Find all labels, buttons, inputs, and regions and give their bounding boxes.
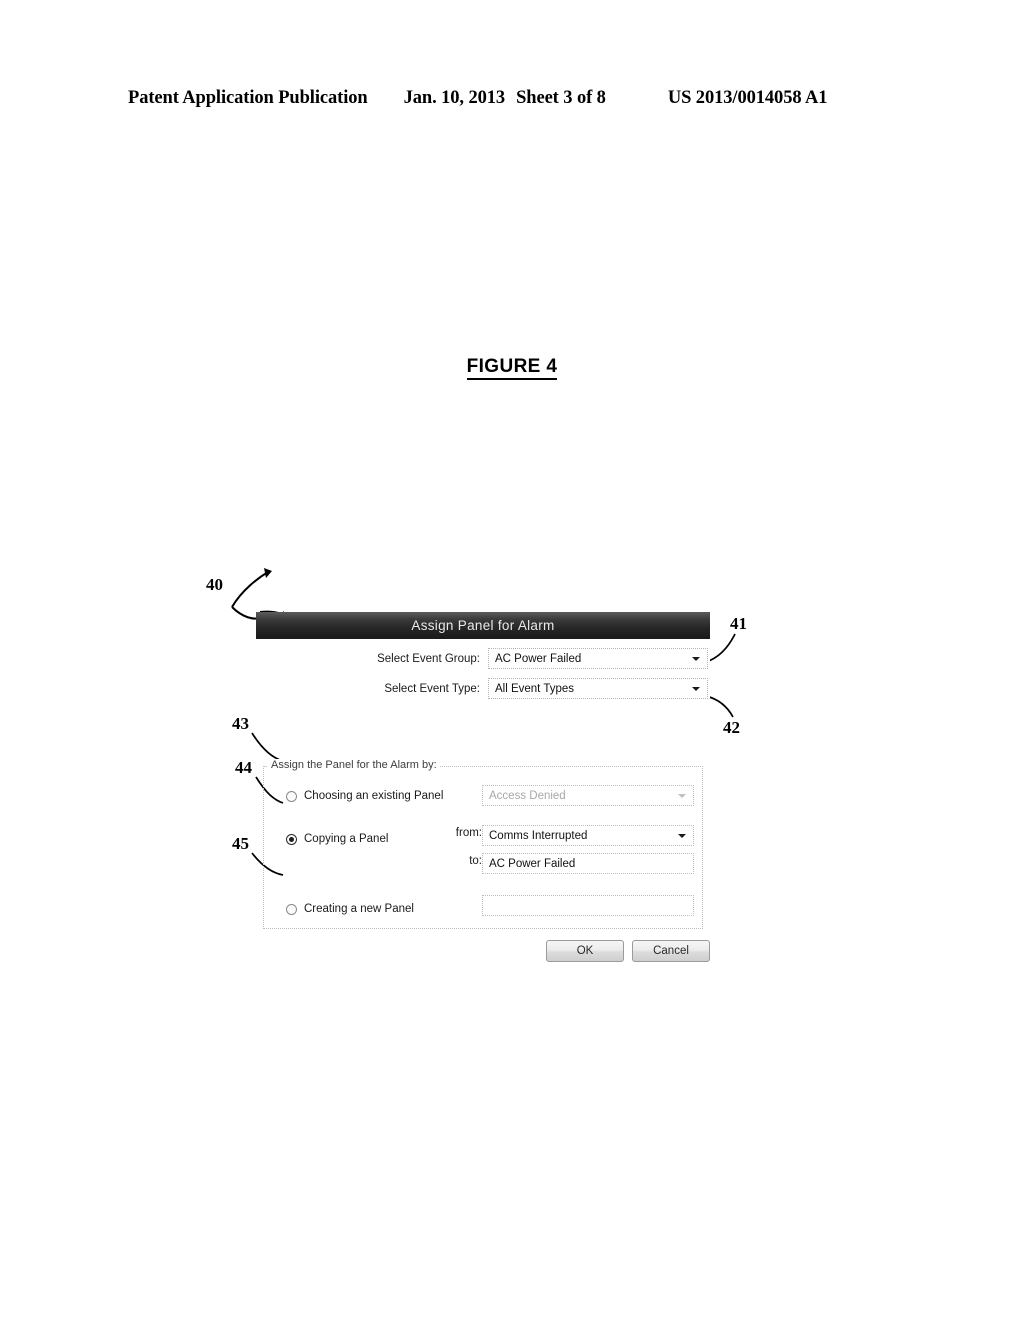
label-create-new-panel: Creating a new Panel [304,903,414,915]
dialog-button-row: OK Cancel [256,940,710,964]
copy-to-label: to: [469,855,482,867]
label-copy-panel: Copying a Panel [304,833,389,845]
assign-method-groupbox: Assign the Panel for the Alarm by: Choos… [263,759,703,929]
event-group-dropdown[interactable]: AC Power Failed [488,648,708,669]
ref-numeral-dialog: 40 [206,575,223,594]
dialog-titlebar: Assign Panel for Alarm [256,612,710,639]
ref-numeral-copy-panel-radio: 44 [235,758,252,777]
patent-page-header: Patent Application Publication Jan. 10, … [128,88,896,109]
event-type-value: All Event Types [495,682,575,695]
event-type-label: Select Event Type: [384,682,480,695]
existing-panel-value: Access Denied [489,789,566,802]
event-type-dropdown[interactable]: All Event Types [488,678,708,699]
dialog-title: Assign Panel for Alarm [411,618,555,633]
ref-numeral-event-group-dropdown: 41 [730,614,747,633]
chevron-down-icon[interactable] [692,656,700,661]
copy-from-dropdown[interactable]: Comms Interrupted [482,825,694,846]
radio-choose-existing-panel[interactable] [286,790,297,802]
copy-from-value: Comms Interrupted [489,829,588,842]
copy-to-input[interactable]: AC Power Failed [482,853,694,874]
label-choose-existing-panel: Choosing an existing Panel [304,790,444,802]
publication-date: Jan. 10, 2013 [403,88,506,108]
event-group-value: AC Power Failed [495,652,582,665]
ok-button[interactable]: OK [546,940,624,962]
event-type-row: Select Event Type: All Event Types [256,678,710,699]
radio-create-new-panel[interactable] [286,903,297,915]
assign-panel-dialog: Assign Panel for Alarm Select Event Grou… [256,612,710,962]
sheet-number: Sheet 3 of 8 [516,88,606,108]
chevron-down-icon[interactable] [692,686,700,691]
event-group-label: Select Event Group: [377,652,480,665]
radio-copy-panel[interactable] [286,833,297,845]
new-panel-input[interactable] [482,895,694,916]
dialog-body: Select Event Group: AC Power Failed Sele… [256,648,710,962]
figure-caption-text: FIGURE 4 [466,356,558,380]
event-group-row: Select Event Group: AC Power Failed [256,648,710,669]
ref-numeral-create-new-radio: 45 [232,834,249,853]
cancel-button[interactable]: Cancel [632,940,710,962]
existing-panel-dropdown[interactable]: Access Denied [482,785,694,806]
publication-label: Patent Application Publication [128,88,368,108]
ref-numeral-choose-existing-radio: 43 [232,714,249,733]
assign-method-groupbox-label: Assign the Panel for the Alarm by: [268,759,440,771]
patent-number: US 2013/0014058 A1 [667,88,828,108]
copy-from-label: from: [455,827,482,839]
copy-to-value: AC Power Failed [489,857,576,870]
ref-numeral-event-type-dropdown: 42 [723,718,740,737]
chevron-down-icon[interactable] [678,793,686,798]
chevron-down-icon[interactable] [678,833,686,838]
figure-caption: FIGURE 4 [0,356,1024,380]
